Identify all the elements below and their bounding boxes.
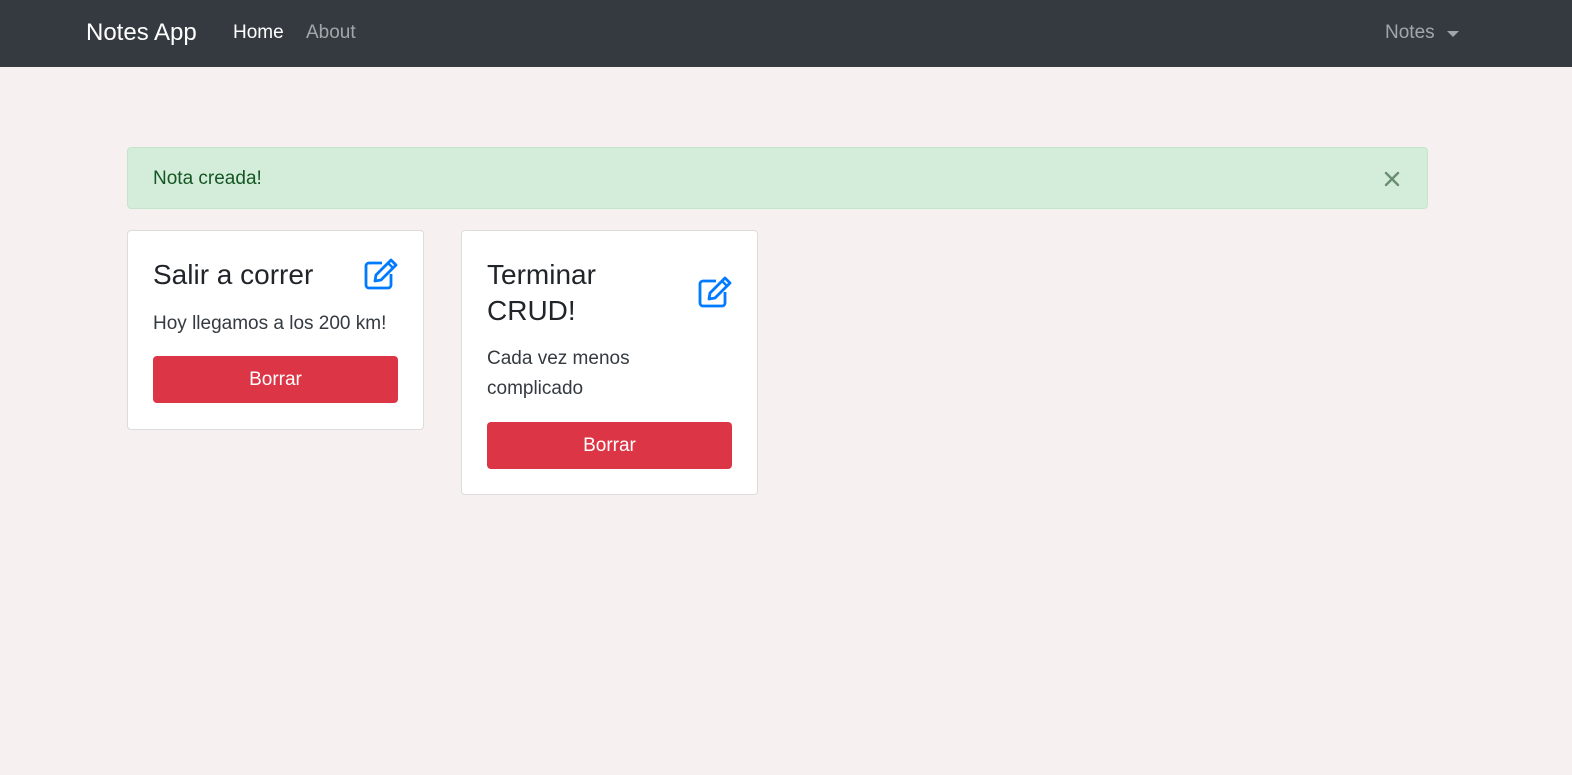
- note-text: Hoy llegamos a los 200 km!: [153, 309, 386, 339]
- notes-dropdown[interactable]: Notes: [1385, 21, 1459, 45]
- note-title-line: Terminar: [487, 259, 596, 290]
- note-title-line: Salir a correr: [153, 259, 314, 290]
- note-text-line: complicado: [487, 378, 584, 399]
- edit-icon[interactable]: [363, 258, 399, 290]
- note-card: Terminar CRUD! Cada vez menos complicado…: [461, 230, 758, 495]
- note-text: Cada vez menos complicado: [487, 344, 630, 404]
- caret-down-icon: [1446, 31, 1459, 37]
- note-title: Terminar CRUD!: [487, 257, 596, 329]
- note-title: Salir a correr: [153, 257, 313, 293]
- edit-icon[interactable]: [697, 276, 733, 308]
- alert-message: Nota creada!: [153, 168, 262, 189]
- note-text-line: Cada vez menos: [487, 348, 630, 369]
- brand-link[interactable]: Notes App: [86, 18, 197, 48]
- nav-link-home[interactable]: Home: [233, 21, 284, 45]
- success-alert: Nota creada!: [127, 147, 1428, 209]
- close-icon[interactable]: [1383, 170, 1401, 188]
- delete-button[interactable]: Borrar: [487, 422, 732, 469]
- delete-button[interactable]: Borrar: [153, 356, 398, 403]
- note-title-line: CRUD!: [487, 295, 576, 326]
- note-text-line: Hoy llegamos a los 200 km!: [153, 313, 387, 334]
- note-card: Salir a correr Hoy llegamos a los 200 km…: [127, 230, 424, 430]
- navbar: Notes App Home About Notes: [0, 0, 1572, 67]
- nav-link-about[interactable]: About: [306, 21, 356, 45]
- notes-dropdown-label: Notes: [1385, 22, 1435, 43]
